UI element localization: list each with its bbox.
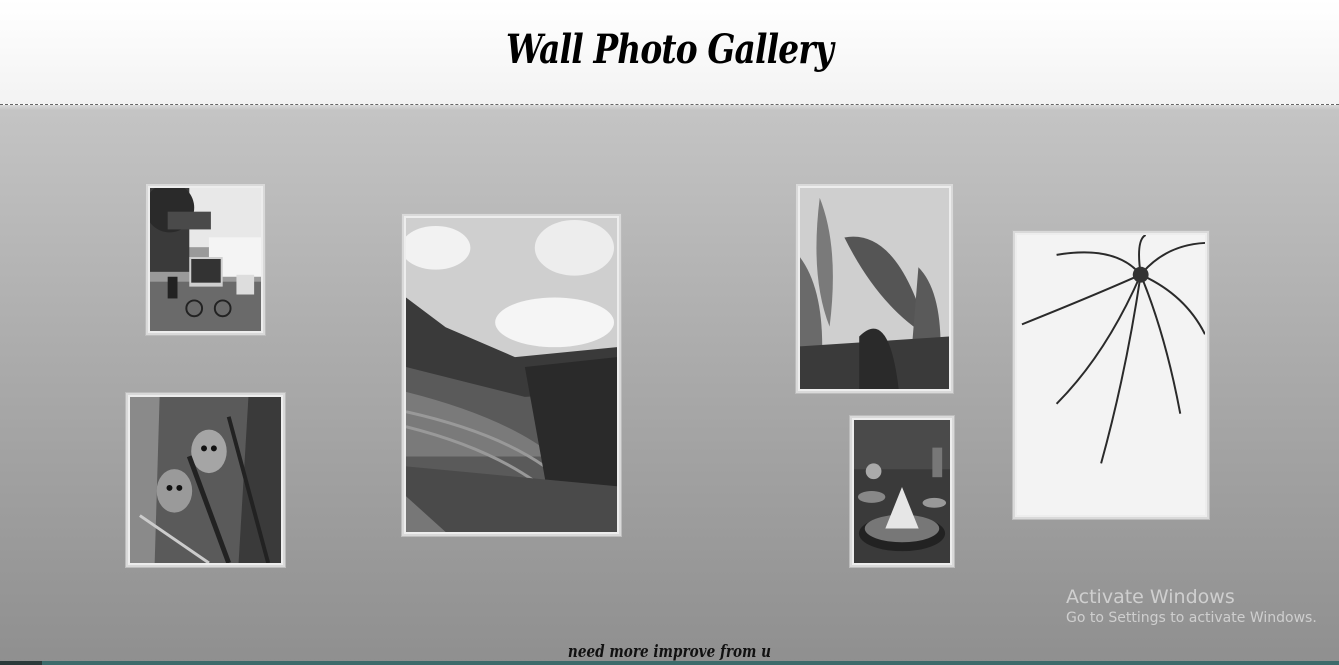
palm-tree-image [1017, 235, 1205, 515]
photo-palm-tree[interactable] [1013, 231, 1209, 519]
rice-terraces-image [406, 218, 617, 532]
photo-street-rickshaw[interactable] [146, 184, 265, 335]
banana-leaves-image [800, 188, 949, 389]
taskbar-edge [0, 661, 1339, 665]
windows-activation-watermark: Activate Windows Go to Settings to activ… [1066, 586, 1317, 626]
photo-tumpeng-food[interactable] [850, 416, 954, 567]
header: Wall Photo Gallery [0, 0, 1339, 105]
page-title: Wall Photo Gallery [505, 26, 834, 73]
watermark-subtitle: Go to Settings to activate Windows. [1066, 610, 1317, 626]
photo-banana-leaves[interactable] [796, 184, 953, 393]
orangutans-image [130, 397, 281, 563]
taskbar-accent [42, 661, 1339, 665]
street-rickshaw-image [150, 188, 261, 331]
photo-orangutans[interactable] [126, 393, 285, 567]
tumpeng-food-image [854, 420, 950, 563]
footer-text: need more improve from u [567, 642, 772, 662]
watermark-title: Activate Windows [1066, 586, 1235, 608]
photo-rice-terraces[interactable] [402, 214, 621, 536]
